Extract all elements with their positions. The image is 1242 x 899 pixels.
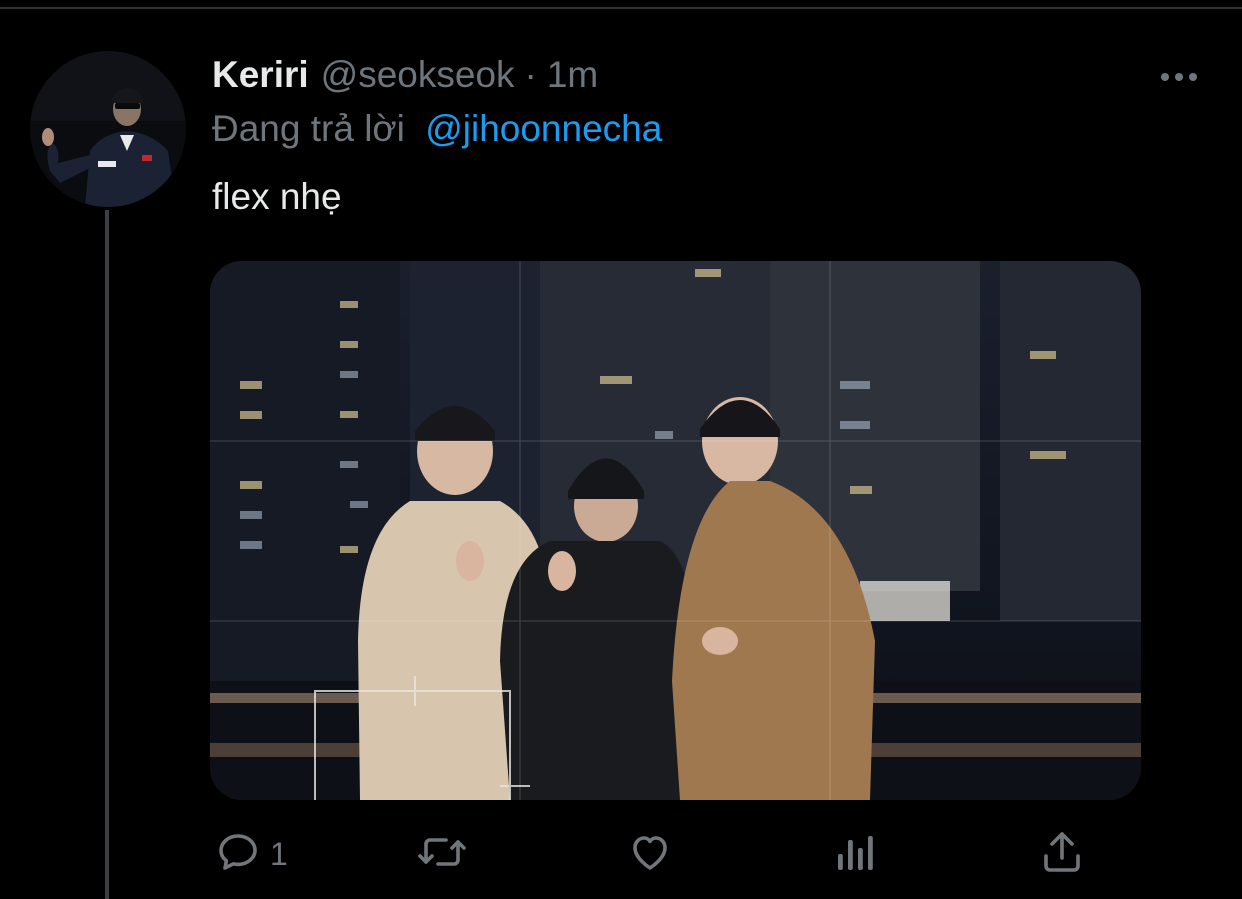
avatar-image [30,51,186,207]
replying-to-label: Đang trả lời [212,108,405,149]
display-name[interactable]: Keriri [212,54,309,96]
reply-count: 1 [270,835,288,872]
photo-image [210,261,1141,800]
user-handle[interactable]: @seokseok [321,54,515,96]
share-icon [1038,828,1086,881]
timestamp[interactable]: 1m [547,54,598,96]
reply-icon [214,828,262,881]
replying-to: Đang trả lời @jihoonnecha [212,108,662,150]
share-button[interactable] [1038,826,1086,882]
heart-icon [626,828,674,881]
tweet-photo[interactable] [210,261,1141,800]
tweet-actions: 1 [0,826,1242,882]
retweet-button[interactable] [416,826,468,882]
tweet-header: Keriri @seokseok · 1m [212,54,598,102]
like-button[interactable] [626,826,674,882]
reply-button[interactable]: 1 [214,826,288,882]
thread-line [105,210,109,899]
retweet-icon [416,828,468,881]
top-divider [0,0,1242,9]
analytics-icon [834,828,878,881]
separator-dot: · [524,54,537,95]
reply-mention-link[interactable]: @jihoonnecha [425,108,662,149]
tweet-text: flex nhẹ [212,176,342,217]
more-horizontal-icon[interactable] [1154,62,1204,92]
avatar[interactable] [30,51,186,207]
analytics-button[interactable] [834,826,878,882]
